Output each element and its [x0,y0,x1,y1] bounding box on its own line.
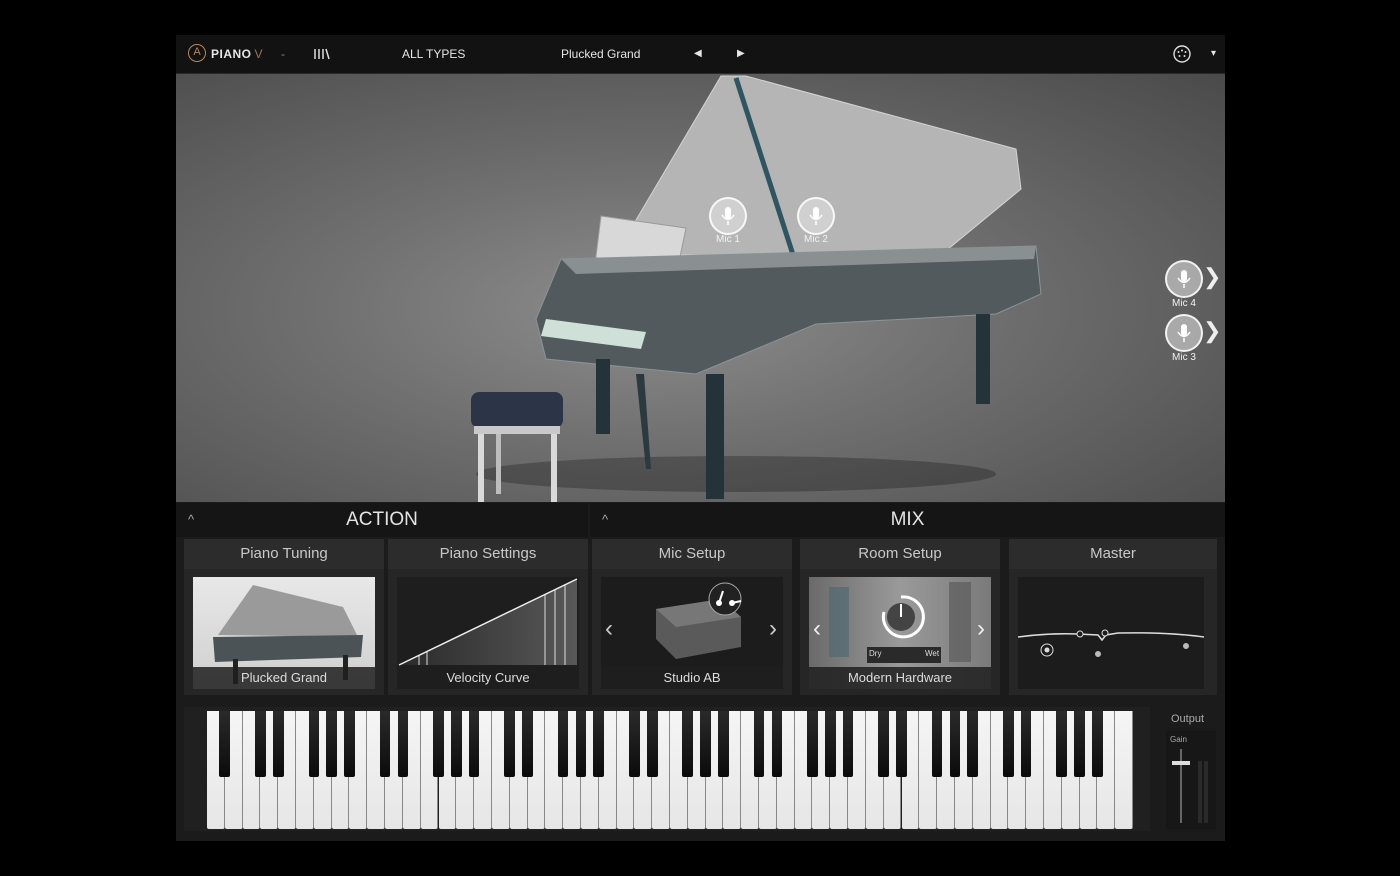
grand-piano-illustration [471,75,1042,502]
black-key[interactable] [842,711,854,777]
room-setup-card[interactable]: Room Setup Dry Wet ‹ › Modern Hardware [800,539,1000,695]
black-key[interactable] [468,711,480,777]
black-key[interactable] [522,711,533,777]
black-key[interactable] [344,711,355,777]
black-key[interactable] [1003,711,1014,777]
black-key[interactable] [931,711,943,777]
mic-3-expand-icon[interactable]: ❯ [1203,318,1221,344]
room-setup-next-icon[interactable]: › [977,615,985,643]
mic-setup-card[interactable]: Mic Setup ‹ › Studio AB [592,539,792,695]
black-key[interactable] [219,711,231,777]
mic-4-expand-icon[interactable]: ❯ [1203,264,1221,290]
black-key[interactable] [771,711,783,777]
velocity-curve-graph[interactable]: Velocity Curve [397,577,579,689]
black-key[interactable] [308,711,320,777]
app-version-label: V [254,47,264,61]
mic-2-icon[interactable] [797,197,835,235]
next-preset-icon[interactable]: ▶ [737,35,745,73]
black-key[interactable] [433,711,444,777]
black-key[interactable] [718,711,729,777]
white-key[interactable] [1115,711,1133,829]
dry-label: Dry [869,649,882,658]
mic-setup-preview[interactable]: ‹ › Studio AB [601,577,783,689]
midi-icon[interactable] [1172,35,1192,73]
black-key[interactable] [967,711,979,777]
prev-preset-icon[interactable]: ◀ [694,35,702,73]
black-key[interactable] [575,711,587,777]
mic-1-icon[interactable] [709,197,747,235]
mic-3-label: Mic 3 [1172,352,1196,363]
mic-setup-title: Mic Setup [592,539,792,569]
black-key[interactable] [450,711,462,777]
level-meter-left [1198,761,1202,823]
mix-section-header[interactable]: ^ MIX [590,503,1225,537]
room-setup-prev-icon[interactable]: ‹ [813,615,821,643]
black-key[interactable] [504,711,516,777]
piano-settings-title: Piano Settings [388,539,588,569]
black-key[interactable] [896,711,907,777]
level-meter-right [1204,761,1208,823]
app-name[interactable]: PIANO V [211,35,263,73]
black-key[interactable] [700,711,711,777]
mic-1-label: Mic 1 [716,234,740,245]
app-name-label: PIANO [211,47,252,61]
piano-v-window: A PIANO V - ALL TYPES Plucked Grand ◀ ▶ ▾ [176,35,1225,841]
mic-setup-next-icon[interactable]: › [769,615,777,643]
black-key[interactable] [272,711,284,777]
wet-label: Wet [925,649,940,658]
mic-setup-value: Studio AB [601,667,783,689]
output-title: Output [1171,713,1205,725]
black-key[interactable] [646,711,658,777]
output-gain-panel: Gain [1166,731,1216,829]
master-eq-graph[interactable] [1018,577,1204,689]
gain-label: Gain [1170,735,1187,744]
room-setup-value: Modern Hardware [809,667,991,689]
library-icon[interactable] [313,35,331,73]
black-key[interactable] [1020,711,1032,777]
black-key[interactable] [807,711,818,777]
black-key[interactable] [593,711,605,777]
black-key[interactable] [557,711,569,777]
black-key[interactable] [326,711,337,777]
mic-2-label: Mic 2 [804,234,828,245]
action-section-header[interactable]: ^ ACTION [176,503,588,537]
piano-tuning-title: Piano Tuning [184,539,384,569]
black-key[interactable] [1092,711,1103,777]
piano-settings-card[interactable]: Piano Settings Velocity Curve [388,539,588,695]
mic-3-icon[interactable] [1165,314,1203,352]
top-bar: A PIANO V - ALL TYPES Plucked Grand ◀ ▶ ▾ [176,35,1225,74]
piano-stage: Mic 1 Mic 2 ❯ Mic 4 ❯ Mic 3 [176,74,1225,502]
black-key[interactable] [629,711,640,777]
black-key[interactable] [682,711,694,777]
black-key[interactable] [824,711,836,777]
piano-keyboard[interactable] [207,711,1133,829]
room-setup-preview[interactable]: Dry Wet ‹ › Modern Hardware [809,577,991,689]
action-title: ACTION [346,509,418,530]
preset-name[interactable]: Plucked Grand [561,35,640,73]
black-key[interactable] [379,711,391,777]
piano-tuning-value: Plucked Grand [193,667,375,689]
black-key[interactable] [753,711,765,777]
black-key[interactable] [1056,711,1068,777]
types-filter[interactable]: ALL TYPES [402,35,465,73]
settings-dropdown-icon[interactable]: ▾ [1211,35,1216,73]
piano-settings-value: Velocity Curve [397,667,579,689]
mic-4-label: Mic 4 [1172,298,1196,309]
black-key[interactable] [255,711,266,777]
menu-dash[interactable]: - [281,35,285,73]
mic-4-icon[interactable] [1165,260,1203,298]
black-key[interactable] [1074,711,1085,777]
gain-fader-handle[interactable] [1172,761,1190,765]
black-key[interactable] [397,711,409,777]
master-title: Master [1009,539,1217,569]
piano-thumbnail[interactable]: Plucked Grand [193,577,375,689]
mic-setup-prev-icon[interactable]: ‹ [605,615,613,643]
arturia-logo-icon: A [188,44,206,62]
room-setup-title: Room Setup [800,539,1000,569]
master-card[interactable]: Master [1009,539,1217,695]
piano-tuning-card[interactable]: Piano Tuning Plucked Grand [184,539,384,695]
black-key[interactable] [878,711,890,777]
mix-title: MIX [890,509,925,530]
black-key[interactable] [949,711,961,777]
